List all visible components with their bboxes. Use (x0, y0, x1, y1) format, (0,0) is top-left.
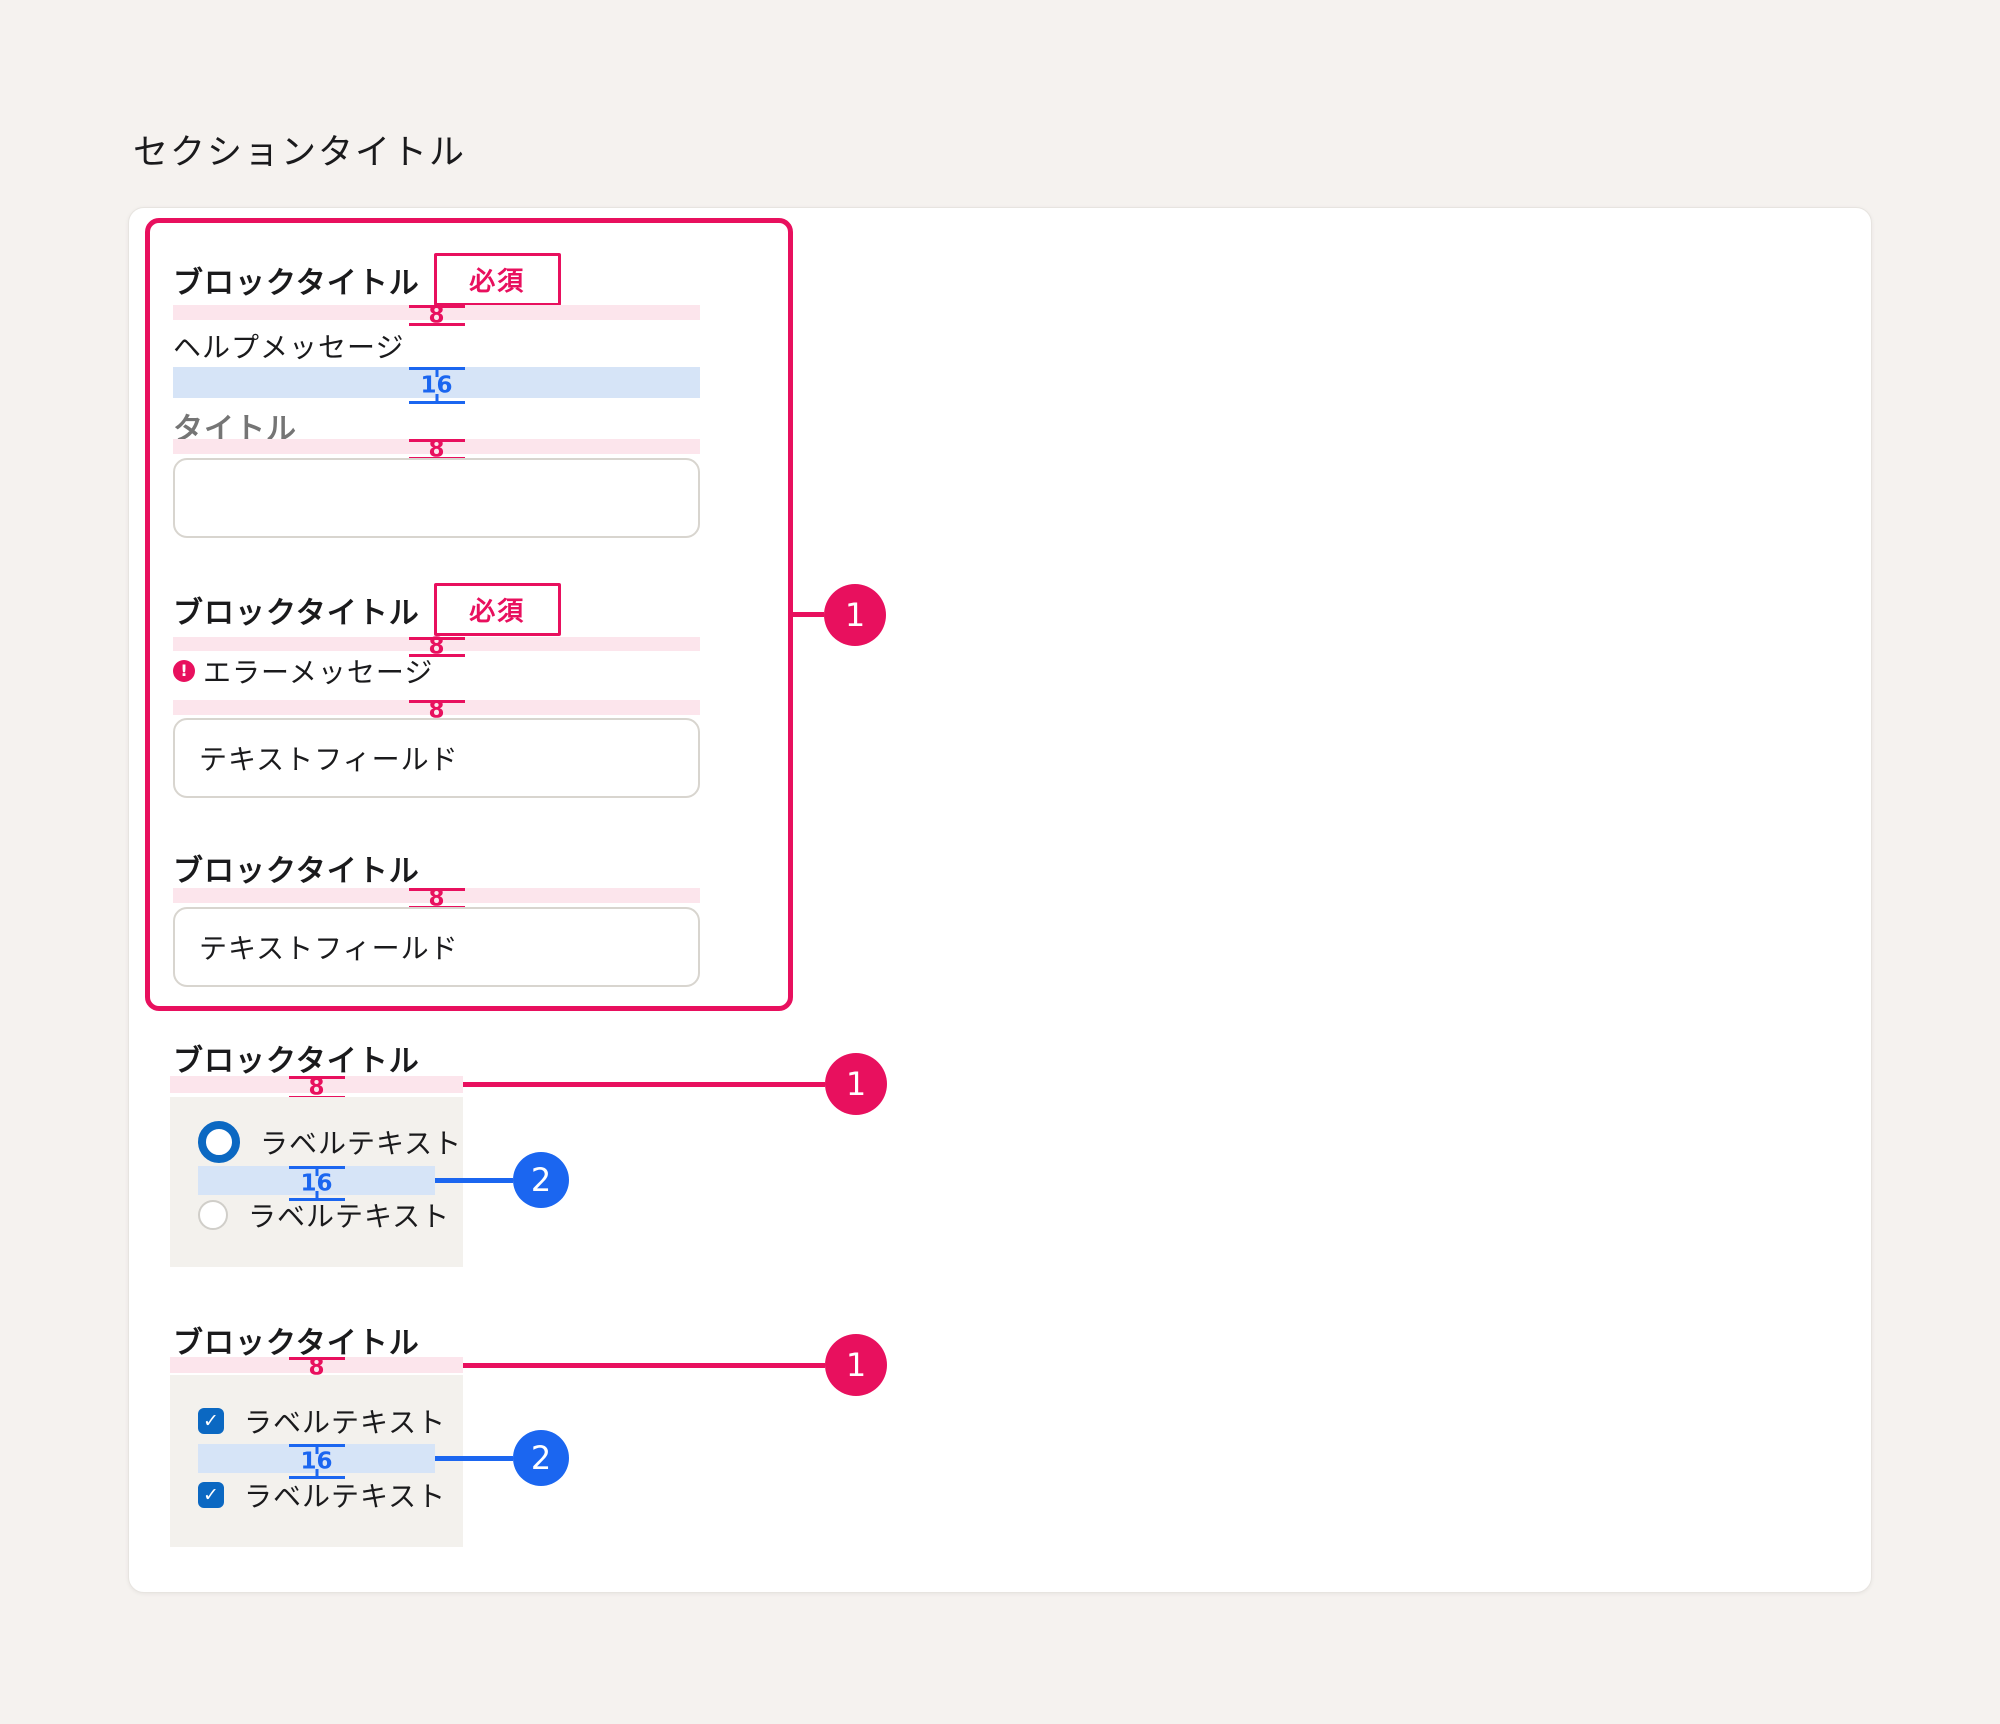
design-spec-page: セクションタイトル ブロックタイトル 必須 8 ヘルプメッセージ 16 タイトル… (0, 0, 2000, 1724)
required-badge: 必須 (434, 583, 561, 636)
gap-16-label: 16 (420, 374, 452, 397)
spacing-bar-8: 8 (173, 439, 700, 454)
block-title: ブロックタイトル (173, 1318, 420, 1362)
callout-2-badge: 2 (513, 1430, 569, 1486)
radio-option-row: ラベルテキスト (198, 1126, 462, 1158)
checkbox-option-row: ✓ ラベルテキスト (198, 1479, 446, 1511)
block-1-title-row: ブロックタイトル 必須 (173, 256, 561, 303)
callout-connector (463, 1363, 825, 1368)
radio-option-row: ラベルテキスト (198, 1199, 450, 1231)
spacing-bar-8: 8 (170, 1357, 463, 1373)
checkbox-checked[interactable]: ✓ (198, 1408, 224, 1434)
block-title: ブロックタイトル (173, 846, 420, 890)
checkbox-option-row: ✓ ラベルテキスト (198, 1405, 446, 1437)
gap-8-label: 8 (428, 304, 444, 327)
required-badge: 必須 (434, 253, 561, 306)
text-field[interactable]: テキストフィールド (173, 907, 700, 987)
spacing-bar-8: 8 (173, 700, 700, 715)
section-title: セクションタイトル (133, 124, 466, 175)
spacing-bar-8: 8 (173, 888, 700, 903)
gap-16-label: 16 (300, 1172, 332, 1195)
spacing-bar-16: 16 (173, 367, 700, 398)
callout-connector (435, 1456, 513, 1461)
gap-8-label: 8 (308, 1076, 324, 1099)
block-2-title-row: ブロックタイトル 必須 (173, 586, 561, 633)
block-title: ブロックタイトル (173, 258, 420, 302)
spacing-bar-16: 16 (198, 1166, 435, 1195)
spacing-bar-8: 8 (173, 637, 700, 651)
callout-1-badge: 1 (824, 584, 886, 646)
radio-unselected[interactable] (198, 1200, 228, 1230)
spacing-bar-16: 16 (198, 1444, 435, 1473)
spacing-bar-8: 8 (173, 305, 700, 320)
callout-connector (793, 612, 824, 617)
callout-connector (435, 1178, 513, 1183)
radio-selected[interactable] (198, 1121, 240, 1163)
radio-label: ラベルテキスト (248, 1195, 450, 1235)
text-field[interactable]: テキストフィールド (173, 718, 700, 798)
callout-connector (463, 1082, 825, 1087)
text-field-empty[interactable] (173, 458, 700, 538)
callout-1-badge: 1 (825, 1053, 887, 1115)
callout-1-badge: 1 (825, 1334, 887, 1396)
checkbox-checked[interactable]: ✓ (198, 1482, 224, 1508)
block-title: ブロックタイトル (173, 588, 420, 632)
error-message: エラーメッセージ (203, 651, 433, 691)
checkbox-label: ラベルテキスト (244, 1401, 446, 1441)
help-message: ヘルプメッセージ (173, 326, 404, 366)
block-title: ブロックタイトル (173, 1036, 420, 1080)
error-icon: ! (173, 660, 195, 682)
spacing-bar-8: 8 (170, 1076, 463, 1093)
callout-2-badge: 2 (513, 1152, 569, 1208)
error-message-row: ! エラーメッセージ (173, 655, 433, 687)
gap-16-label: 16 (300, 1450, 332, 1473)
checkbox-label: ラベルテキスト (244, 1475, 446, 1515)
radio-label: ラベルテキスト (260, 1122, 462, 1162)
